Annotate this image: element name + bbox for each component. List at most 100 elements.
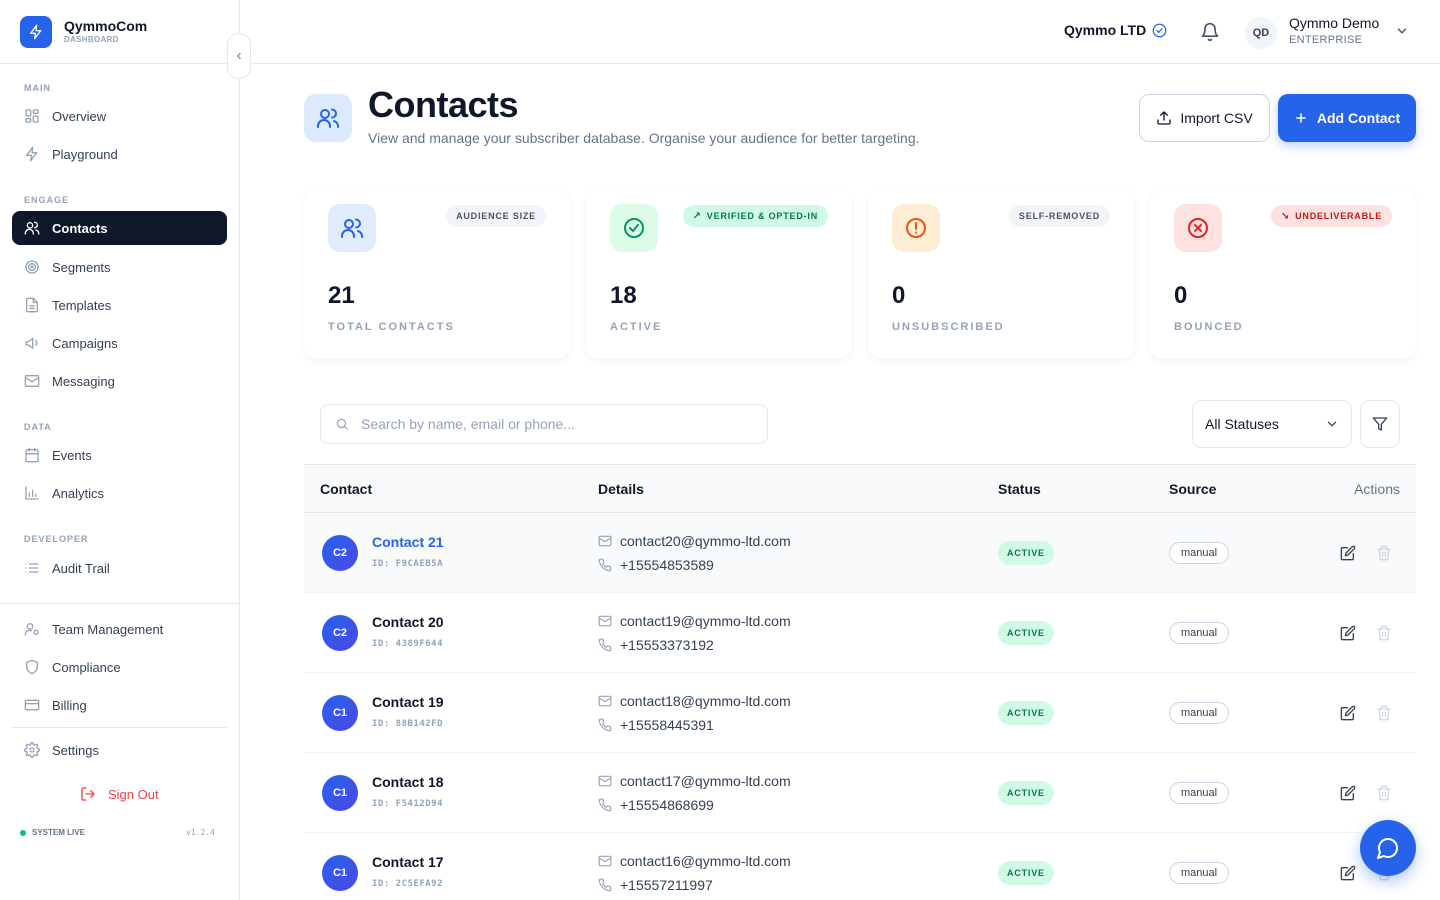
brand-name: QymmoCom [64,18,148,34]
sign-out-label: Sign Out [108,786,159,802]
organization-switcher[interactable]: Qymmo LTD [1064,22,1167,38]
user-avatar[interactable]: QD [1245,17,1277,49]
credit-card-icon [24,697,40,713]
contact-name-link[interactable]: Contact 19 [372,694,444,710]
contact-name-link[interactable]: Contact 20 [372,614,444,630]
column-header-status[interactable]: Status [998,481,1041,497]
log-out-icon [80,786,96,802]
trash-icon[interactable] [1376,705,1392,721]
user-name[interactable]: Qymmo Demo [1289,15,1379,31]
sidebar-item-messaging[interactable]: Messaging [12,364,227,398]
table-row[interactable]: C2 Contact 21 ID: F9CAEB5A contact20@qym… [304,513,1416,593]
contact-phone: +15554868699 [598,797,714,813]
add-contact-button[interactable]: Add Contact [1278,94,1416,142]
contact-phone-text: +15553373192 [620,637,714,653]
phone-icon [598,878,612,892]
status-badge: ACTIVE [998,541,1054,565]
sidebar-item-label: Campaigns [52,335,118,351]
chevron-down-icon[interactable] [1395,24,1409,38]
brand-logo-bolt-icon [20,16,52,48]
sidebar-item-label: Segments [52,259,111,275]
sidebar-item-campaigns[interactable]: Campaigns [12,326,227,360]
status-badge: ACTIVE [998,781,1054,805]
brand[interactable]: QymmoCom DASHBOARD [20,16,147,48]
sidebar-item-label: Templates [52,297,112,313]
trash-icon[interactable] [1376,785,1392,801]
add-contact-label: Add Contact [1316,110,1401,126]
notifications-bell-icon[interactable] [1200,22,1220,42]
system-status-label: SYSTEM LIVE [32,828,85,837]
trash-icon[interactable] [1376,545,1392,561]
top-header: Qymmo LTD QD Qymmo Demo ENTERPRISE [240,0,1440,64]
import-csv-button[interactable]: Import CSV [1139,94,1270,142]
contacts-table: Contact Details Status Source Actions C2… [304,464,1416,900]
edit-icon[interactable] [1340,785,1356,801]
search-input[interactable] [361,416,741,432]
sidebar-item-segments[interactable]: Segments [12,250,227,284]
table-row[interactable]: C1 Contact 17 ID: 2C5EFA92 contact16@qym… [304,833,1416,900]
status-filter-select[interactable]: All Statuses [1192,400,1352,448]
contact-phone-text: +15557211997 [620,877,713,893]
sidebar-item-settings[interactable]: Settings [12,733,227,767]
filter-button[interactable] [1360,400,1400,448]
contact-phone-text: +15558445391 [620,717,714,733]
contact-phone-text: +15554853589 [620,557,714,573]
sidebar-item-templates[interactable]: Templates [12,288,227,322]
contact-id: ID: F9CAEB5A [372,559,444,569]
sidebar-item-playground[interactable]: Playground [12,137,227,171]
contact-id: ID: F5412D94 [372,799,444,809]
edit-icon[interactable] [1340,705,1356,721]
support-chat-button[interactable] [1360,820,1416,876]
status-badge: ACTIVE [998,701,1054,725]
contact-email: contact16@qymmo-ltd.com [598,853,791,869]
table-row[interactable]: C2 Contact 20 ID: 4389F644 contact19@qym… [304,593,1416,673]
users-icon [24,220,40,236]
sidebar-item-analytics[interactable]: Analytics [12,476,227,510]
sidebar-item-audit-trail[interactable]: Audit Trail [12,551,227,585]
stat-badge: AUDIENCE SIZE [446,205,546,227]
sidebar-item-events[interactable]: Events [12,438,227,472]
status-badge: ACTIVE [998,861,1054,885]
table-row[interactable]: C1 Contact 19 ID: 88B142FD contact18@qym… [304,673,1416,753]
status-badge: ACTIVE [998,621,1054,645]
contact-phone-text: +15554868699 [620,797,714,813]
contact-name-link[interactable]: Contact 18 [372,774,444,790]
contact-name-link[interactable]: Contact 21 [372,534,444,550]
sidebar-item-label: Overview [52,108,107,124]
column-header-source[interactable]: Source [1169,481,1216,497]
system-status: SYSTEM LIVE [20,828,85,837]
contact-name-link[interactable]: Contact 17 [372,854,444,870]
search-box [320,404,768,444]
trash-icon[interactable] [1376,625,1392,641]
edit-icon[interactable] [1340,625,1356,641]
sidebar-item-compliance[interactable]: Compliance [12,650,227,684]
contact-avatar: C2 [322,535,358,571]
organization-name: Qymmo LTD [1064,22,1147,38]
status-filter-value: All Statuses [1205,416,1279,432]
table-row[interactable]: C1 Contact 18 ID: F5412D94 contact17@qym… [304,753,1416,833]
plus-icon [1294,111,1308,125]
source-badge: manual [1169,622,1230,644]
edit-icon[interactable] [1340,865,1356,881]
sidebar-item-overview[interactable]: Overview [12,99,227,133]
target-icon [24,259,40,275]
column-header-details[interactable]: Details [598,481,644,497]
nav-section-data: DATA [24,422,52,432]
sidebar-collapse-button[interactable] [227,33,251,79]
stat-label: BOUNCED [1174,321,1244,333]
sidebar-item-billing[interactable]: Billing [12,688,227,722]
sidebar-item-contacts[interactable]: Contacts [12,211,227,245]
page-title: Contacts [368,84,519,125]
column-header-contact[interactable]: Contact [320,481,372,497]
megaphone-icon [24,335,40,351]
stat-badge-label: AUDIENCE SIZE [456,211,536,221]
stat-badge: SELF-REMOVED [1008,205,1110,227]
brand-subtitle: DASHBOARD [64,35,119,44]
stat-label: TOTAL CONTACTS [328,321,455,333]
sidebar-item-label: Analytics [52,485,105,501]
contact-avatar: C1 [322,695,358,731]
contact-email-text: contact16@qymmo-ltd.com [620,853,791,869]
edit-icon[interactable] [1340,545,1356,561]
sign-out-button[interactable]: Sign Out [80,783,159,805]
sidebar-item-team-management[interactable]: Team Management [12,612,227,646]
